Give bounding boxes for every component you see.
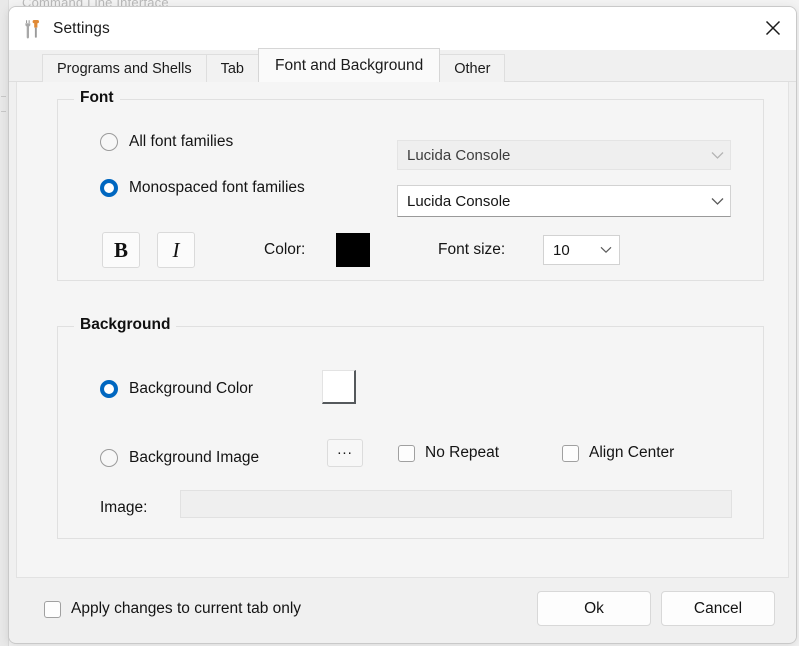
background-color-swatch[interactable]: [322, 370, 356, 404]
checkbox-label-apply-current-tab: Apply changes to current tab only: [71, 600, 302, 617]
radio-monospaced-font-families[interactable]: [100, 179, 118, 197]
radio-background-color[interactable]: [100, 380, 118, 398]
checkbox-row-apply-current-tab[interactable]: Apply changes to current tab only: [44, 600, 301, 618]
combo-all-font-families-value: Lucida Console: [407, 146, 511, 164]
tools-icon: [21, 18, 43, 40]
font-group-title: Font: [74, 89, 120, 107]
tab-programs-and-shells[interactable]: Programs and Shells: [42, 54, 207, 82]
chevron-down-icon: [704, 197, 730, 206]
combo-font-size-value: 10: [553, 241, 570, 259]
tab-strip: Programs and Shells Tab Font and Backgro…: [9, 48, 796, 82]
checkbox-row-no-repeat[interactable]: No Repeat: [398, 444, 499, 462]
combo-monospaced-font-families-value: Lucida Console: [407, 192, 511, 210]
image-path-label: Image:: [100, 499, 148, 516]
font-color-swatch[interactable]: [336, 233, 370, 267]
checkbox-label-align-center: Align Center: [589, 444, 675, 461]
background-group-box: Background Background Color Background I…: [57, 316, 764, 539]
combo-all-font-families[interactable]: Lucida Console: [397, 140, 731, 170]
radio-all-font-families[interactable]: [100, 133, 118, 151]
checkbox-no-repeat[interactable]: [398, 444, 415, 462]
dialog-footer: Apply changes to current tab only Ok Can…: [9, 578, 796, 642]
title-bar: Settings: [9, 7, 796, 50]
checkbox-align-center[interactable]: [562, 444, 579, 462]
radio-label-all-font-families: All font families: [129, 133, 234, 150]
background-group-title: Background: [74, 316, 177, 334]
window-title: Settings: [53, 19, 110, 37]
radio-row-monospaced-font-families[interactable]: Monospaced font families: [100, 179, 305, 197]
chevron-down-icon: [593, 246, 619, 254]
tab-font-and-background[interactable]: Font and Background: [257, 48, 441, 82]
checkbox-apply-current-tab[interactable]: [44, 600, 61, 618]
image-path-field[interactable]: [180, 490, 732, 518]
color-label: Color:: [264, 241, 306, 258]
settings-dialog: Settings Programs and Shells Tab Font an…: [8, 6, 797, 644]
close-icon[interactable]: [749, 7, 796, 49]
tab-tab[interactable]: Tab: [205, 54, 259, 82]
radio-background-image[interactable]: [100, 449, 118, 467]
browse-image-button[interactable]: ...: [327, 439, 363, 467]
radio-label-background-image: Background Image: [129, 449, 260, 466]
radio-row-all-font-families[interactable]: All font families: [100, 133, 233, 151]
radio-label-background-color: Background Color: [129, 380, 254, 397]
combo-font-size[interactable]: 10: [543, 235, 620, 265]
background-window-tick: [1, 96, 6, 112]
checkbox-label-no-repeat: No Repeat: [425, 444, 500, 461]
bold-button[interactable]: B: [102, 232, 140, 268]
tab-other[interactable]: Other: [439, 54, 506, 82]
tab-content-panel: Font All font families Lucida Console Mo…: [16, 82, 789, 578]
font-group-box: Font All font families Lucida Console Mo…: [57, 89, 764, 281]
ok-button[interactable]: Ok: [537, 591, 651, 626]
cancel-button[interactable]: Cancel: [661, 591, 775, 626]
checkbox-row-align-center[interactable]: Align Center: [562, 444, 674, 462]
italic-button[interactable]: I: [157, 232, 195, 268]
chevron-down-icon: [704, 151, 730, 160]
combo-monospaced-font-families[interactable]: Lucida Console: [397, 185, 731, 217]
font-size-label: Font size:: [438, 241, 506, 258]
radio-row-background-image[interactable]: Background Image: [100, 449, 259, 467]
radio-row-background-color[interactable]: Background Color: [100, 380, 253, 398]
radio-label-monospaced-font-families: Monospaced font families: [129, 179, 305, 196]
